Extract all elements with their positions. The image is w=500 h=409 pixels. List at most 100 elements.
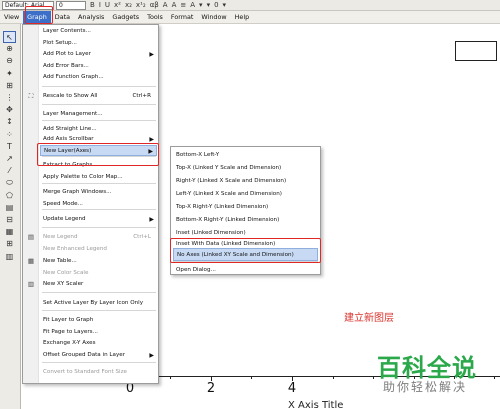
format-button-0[interactable]: B xyxy=(90,1,95,9)
menu-item-apply-palette-to-color-map[interactable]: Apply Palette to Color Map... xyxy=(40,172,157,183)
format-button-12[interactable]: ▾ xyxy=(207,1,211,9)
menu-item-new-table[interactable]: ▦ New Table... xyxy=(28,256,157,267)
menu-view[interactable]: View xyxy=(0,11,23,24)
tool-9-icon[interactable]: T xyxy=(3,141,16,153)
tool-1-icon[interactable]: ⊕ xyxy=(3,43,16,55)
tool-6-icon[interactable]: ✥ xyxy=(3,104,16,116)
menu-separator xyxy=(42,310,156,311)
menu-item-label: New Enhanced Legend xyxy=(43,246,107,252)
format-button-1[interactable]: I xyxy=(99,1,101,9)
menu-item-merge-graph-windows[interactable]: Merge Graph Windows... xyxy=(40,187,157,198)
submenu-item-bottom-x-right-y-linked-dimension[interactable]: Bottom-X Right-Y (Linked Dimension) xyxy=(173,214,318,227)
x-axis-title[interactable]: X Axis Title xyxy=(288,400,343,409)
tool-13-icon[interactable]: ⬠ xyxy=(3,190,16,202)
menu-item-fit-layer-to-graph[interactable]: Fit Layer to Graph xyxy=(40,315,157,326)
format-button-6[interactable]: αβ xyxy=(150,1,159,9)
font-size-select[interactable]: 0 xyxy=(56,0,86,10)
format-button-2[interactable]: U xyxy=(105,1,110,9)
x-minor-tick xyxy=(170,376,171,379)
submenu-item-open-dialog[interactable]: Open Dialog... xyxy=(173,264,318,277)
tool-2-icon[interactable]: ⊖ xyxy=(3,55,16,67)
menu-item-label: Layer Contents... xyxy=(43,28,91,34)
tool-8-icon[interactable]: ⁘ xyxy=(3,129,16,141)
tool-12-icon[interactable]: ⬭ xyxy=(3,177,16,189)
menu-item-label: New Color Scale xyxy=(43,270,89,276)
format-button-8[interactable]: A xyxy=(172,1,177,9)
menu-item-set-active-layer-by-layer-icon-only[interactable]: Set Active Layer By Layer Icon Only xyxy=(40,298,157,309)
menu-help[interactable]: Help xyxy=(231,11,254,24)
menu-item-offset-grouped-data-in-layer[interactable]: Offset Grouped Data in Layer ▶ xyxy=(40,350,157,361)
menu-item-label: Offset Grouped Data in Layer xyxy=(43,352,125,358)
menu-item-label: Convert to Standard Font Size xyxy=(43,369,127,375)
tool-5-icon[interactable]: ⋮ xyxy=(3,92,16,104)
rescale-to-show-all-icon: ⛶ xyxy=(28,92,34,100)
submenu-item-top-x-right-y-linked-dimension[interactable]: Top-X Right-Y (Linked Dimension) xyxy=(173,201,318,214)
format-button-13[interactable]: 0 xyxy=(214,1,218,9)
menu-data[interactable]: Data xyxy=(51,11,74,24)
format-button-14[interactable]: ▾ xyxy=(223,1,227,9)
submenu-item-bottom-x-left-y[interactable]: Bottom-X Left-Y xyxy=(173,149,318,162)
format-button-4[interactable]: x₂ xyxy=(125,1,132,9)
submenu-item-left-y-linked-x-scale-and-dimension[interactable]: Left-Y (Linked X Scale and Dimension) xyxy=(173,188,318,201)
menu-item-update-legend[interactable]: Update Legend ▶ xyxy=(40,214,157,225)
menu-item-speed-mode[interactable]: Speed Mode... xyxy=(40,199,157,210)
graph-menu-dropdown: Layer Contents... Plot Setup... Add Plot t… xyxy=(22,24,159,384)
menu-icon-gutter xyxy=(23,25,39,383)
format-button-7[interactable]: A xyxy=(163,1,168,9)
annotation-box-no-axes xyxy=(170,238,321,263)
menu-item-label: Add Plot to Layer xyxy=(43,51,91,57)
annotation-box-graph-menu xyxy=(25,6,53,24)
menu-separator xyxy=(42,292,156,293)
menu-item-rescale-to-show-all[interactable]: ⛶ Rescale to Show All Ctrl+R xyxy=(29,91,157,102)
format-toolbar: Default: Arial 0 B I Ux² x₂ x¹₂ αβ A A ≡ A ▾ ▾ 0 ▾ xyxy=(0,0,500,11)
tool-11-icon[interactable]: ⁄ xyxy=(3,165,16,177)
submenu-item-right-y-linked-x-scale-and-dimension[interactable]: Right-Y (Linked X Scale and Dimension) xyxy=(173,175,318,188)
tool-16-icon[interactable]: ▦ xyxy=(3,226,16,238)
menu-item-layer-contents[interactable]: Layer Contents... xyxy=(40,26,157,37)
menu-gadgets[interactable]: Gadgets xyxy=(108,11,143,24)
format-button-5[interactable]: x¹₂ xyxy=(136,1,146,9)
menu-item-shortcut: Ctrl+L xyxy=(133,234,151,240)
tool-0-icon[interactable]: ↖ xyxy=(3,31,16,43)
menu-item-convert-to-standard-font-size: Convert to Standard Font Size xyxy=(40,367,157,378)
x-minor-tick xyxy=(251,376,252,379)
menu-item-fit-page-to-layers[interactable]: Fit Page to Layers... xyxy=(40,327,157,338)
menu-item-label: Merge Graph Windows... xyxy=(43,189,112,195)
submenu-arrow-icon: ▶ xyxy=(149,216,154,223)
format-button-3[interactable]: x² xyxy=(114,1,121,9)
tool-4-icon[interactable]: ⊞ xyxy=(3,80,16,92)
menu-analysis[interactable]: Analysis xyxy=(74,11,108,24)
tool-7-icon[interactable]: ↕ xyxy=(3,116,16,128)
annotation-box-new-layer xyxy=(37,143,159,166)
menu-item-layer-management[interactable]: Layer Management... xyxy=(40,109,157,120)
menu-item-label: Add Error Bars... xyxy=(43,63,89,69)
legend-box[interactable] xyxy=(455,41,497,61)
menu-item-exchange-x-y-axes[interactable]: Exchange X-Y Axes xyxy=(40,338,157,349)
menu-window[interactable]: Window xyxy=(197,11,230,24)
menu-item-label: Fit Page to Layers... xyxy=(43,329,98,335)
menu-item-label: Set Active Layer By Layer Icon Only xyxy=(43,300,144,306)
menu-tools[interactable]: Tools xyxy=(143,11,167,24)
tool-14-icon[interactable]: ▤ xyxy=(3,202,16,214)
format-button-9[interactable]: ≡ xyxy=(180,1,186,9)
menu-item-shortcut: Ctrl+R xyxy=(132,93,151,99)
menu-format[interactable]: Format xyxy=(167,11,198,24)
menu-separator xyxy=(42,183,156,184)
format-button-11[interactable]: ▾ xyxy=(199,1,203,9)
menu-separator xyxy=(42,86,156,87)
tool-15-icon[interactable]: ⊟ xyxy=(3,214,16,226)
menu-item-new-color-scale: New Color Scale xyxy=(40,268,157,279)
menu-item-add-error-bars[interactable]: Add Error Bars... xyxy=(40,61,157,72)
menu-bar: View Graph Data Analysis Gadgets Tools Format W… xyxy=(0,10,500,24)
menu-item-new-xy-scaler[interactable]: ▥ New XY Scaler xyxy=(28,279,157,290)
menu-item-add-function-graph[interactable]: Add Function Graph... xyxy=(40,72,157,83)
tool-17-icon[interactable]: ⊞ xyxy=(3,238,16,250)
tool-10-icon[interactable]: ↗ xyxy=(3,153,16,165)
menu-item-add-plot-to-layer[interactable]: Add Plot to Layer ▶ xyxy=(40,49,157,60)
tool-3-icon[interactable]: ✦ xyxy=(3,68,16,80)
format-button-10[interactable]: A xyxy=(190,1,195,9)
menu-item-plot-setup[interactable]: Plot Setup... xyxy=(40,38,157,49)
submenu-item-top-x-linked-y-scale-and-dimension[interactable]: Top-X (Linked Y Scale and Dimension) xyxy=(173,162,318,175)
menu-item-label: Rescale to Show All xyxy=(43,93,98,99)
tool-18-icon[interactable]: ▥ xyxy=(3,251,16,263)
